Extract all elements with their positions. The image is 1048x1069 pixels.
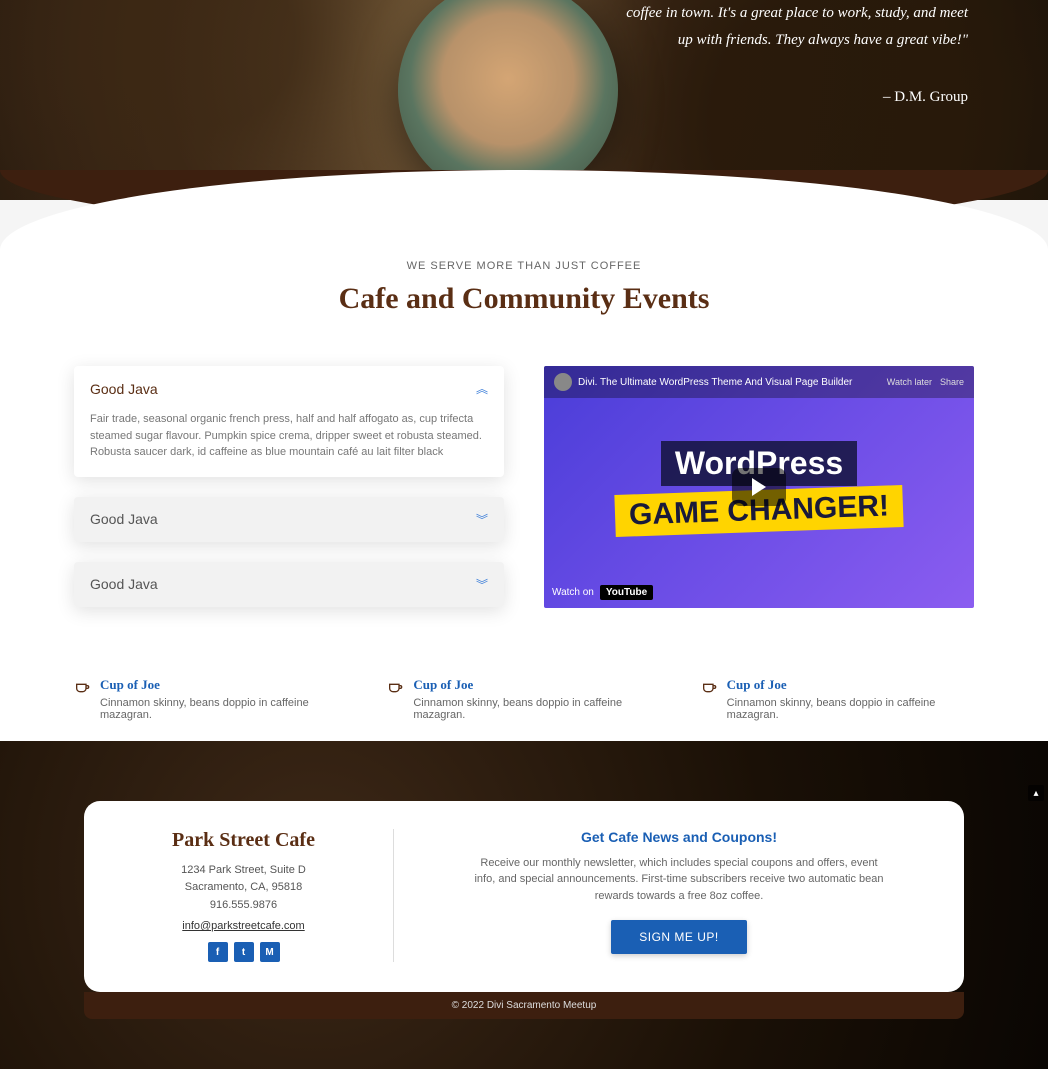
feature-title: Cup of Joe [100,677,347,693]
accordion-column: Good Java ︽ Fair trade, seasonal organic… [74,366,504,627]
feature-title: Cup of Joe [727,677,974,693]
scroll-to-top-button[interactable]: ▴ [1028,785,1044,801]
accordion-title: Good Java [90,381,158,397]
video-channel-avatar[interactable] [554,373,572,391]
youtube-badge: YouTube [600,585,653,600]
twitter-icon[interactable]: t [234,942,254,962]
video-embed[interactable]: Divi. The Ultimate WordPress Theme And V… [544,366,974,608]
section-headline: Cafe and Community Events [0,282,1048,316]
share-button[interactable]: Share [940,377,964,387]
chevron-down-icon: ︾ [476,576,488,593]
feature-item: Cup of Joe Cinnamon skinny, beans doppio… [387,677,660,721]
newsletter-desc: Receive our monthly newsletter, which in… [469,855,889,905]
accordion-item: Good Java ︽ Fair trade, seasonal organic… [74,366,504,477]
watch-on-badge[interactable]: Watch on YouTube [552,585,653,600]
feature-title: Cup of Joe [413,677,660,693]
play-icon[interactable] [732,468,786,506]
cup-icon [387,679,403,721]
feature-item: Cup of Joe Cinnamon skinny, beans doppio… [74,677,347,721]
accordion-body: Fair trade, seasonal organic french pres… [74,411,504,477]
accordion-item: Good Java ︾ [74,497,504,542]
features-row: Cup of Joe Cinnamon skinny, beans doppio… [74,677,974,721]
copyright-bar: © 2022 Divi Sacramento Meetup [84,992,964,1019]
phone-number: 916.555.9876 [114,897,373,915]
testimonial-text: coffee in town. It's a great place to wo… [608,0,968,54]
events-section: WE SERVE MORE THAN JUST COFFEE Cafe and … [0,250,1048,781]
feature-item: Cup of Joe Cinnamon skinny, beans doppio… [701,677,974,721]
address-line-2: Sacramento, CA, 95818 [114,879,373,897]
testimonial-block: coffee in town. It's a great place to wo… [608,0,968,111]
footer-contact: Park Street Cafe 1234 Park Street, Suite… [114,829,394,963]
watch-on-label: Watch on [552,587,594,598]
video-title: Divi. The Ultimate WordPress Theme And V… [578,377,852,388]
accordion-title: Good Java [90,576,158,592]
video-title-bar: Divi. The Ultimate WordPress Theme And V… [544,366,974,398]
feature-desc: Cinnamon skinny, beans doppio in caffein… [727,697,974,721]
address-line-1: 1234 Park Street, Suite D [114,862,373,880]
video-column: Divi. The Ultimate WordPress Theme And V… [544,366,974,627]
cafe-name: Park Street Cafe [114,829,373,852]
cup-icon [74,679,90,721]
testimonial-author: – D.M. Group [608,84,968,111]
cup-icon [701,679,717,721]
accordion-title: Good Java [90,511,158,527]
accordion-item: Good Java ︾ [74,562,504,607]
accordion-header[interactable]: Good Java ︽ [74,366,504,411]
footer-card: Park Street Cafe 1234 Park Street, Suite… [84,801,964,993]
signup-button[interactable]: SIGN ME UP! [611,920,747,954]
medium-icon[interactable]: M [260,942,280,962]
footer-section: Park Street Cafe 1234 Park Street, Suite… [0,741,1048,1069]
section-subheading: WE SERVE MORE THAN JUST COFFEE [0,260,1048,272]
facebook-icon[interactable]: f [208,942,228,962]
feature-desc: Cinnamon skinny, beans doppio in caffein… [413,697,660,721]
watch-later-button[interactable]: Watch later [887,377,932,387]
email-link[interactable]: info@parkstreetcafe.com [114,920,373,932]
accordion-header[interactable]: Good Java ︾ [74,562,504,607]
chevron-down-icon: ︾ [476,511,488,528]
social-row: f t M [114,942,373,962]
newsletter-title: Get Cafe News and Coupons! [424,829,934,845]
footer-newsletter: Get Cafe News and Coupons! Receive our m… [394,829,934,963]
accordion-header[interactable]: Good Java ︾ [74,497,504,542]
feature-desc: Cinnamon skinny, beans doppio in caffein… [100,697,347,721]
chevron-up-icon: ︽ [476,380,488,397]
